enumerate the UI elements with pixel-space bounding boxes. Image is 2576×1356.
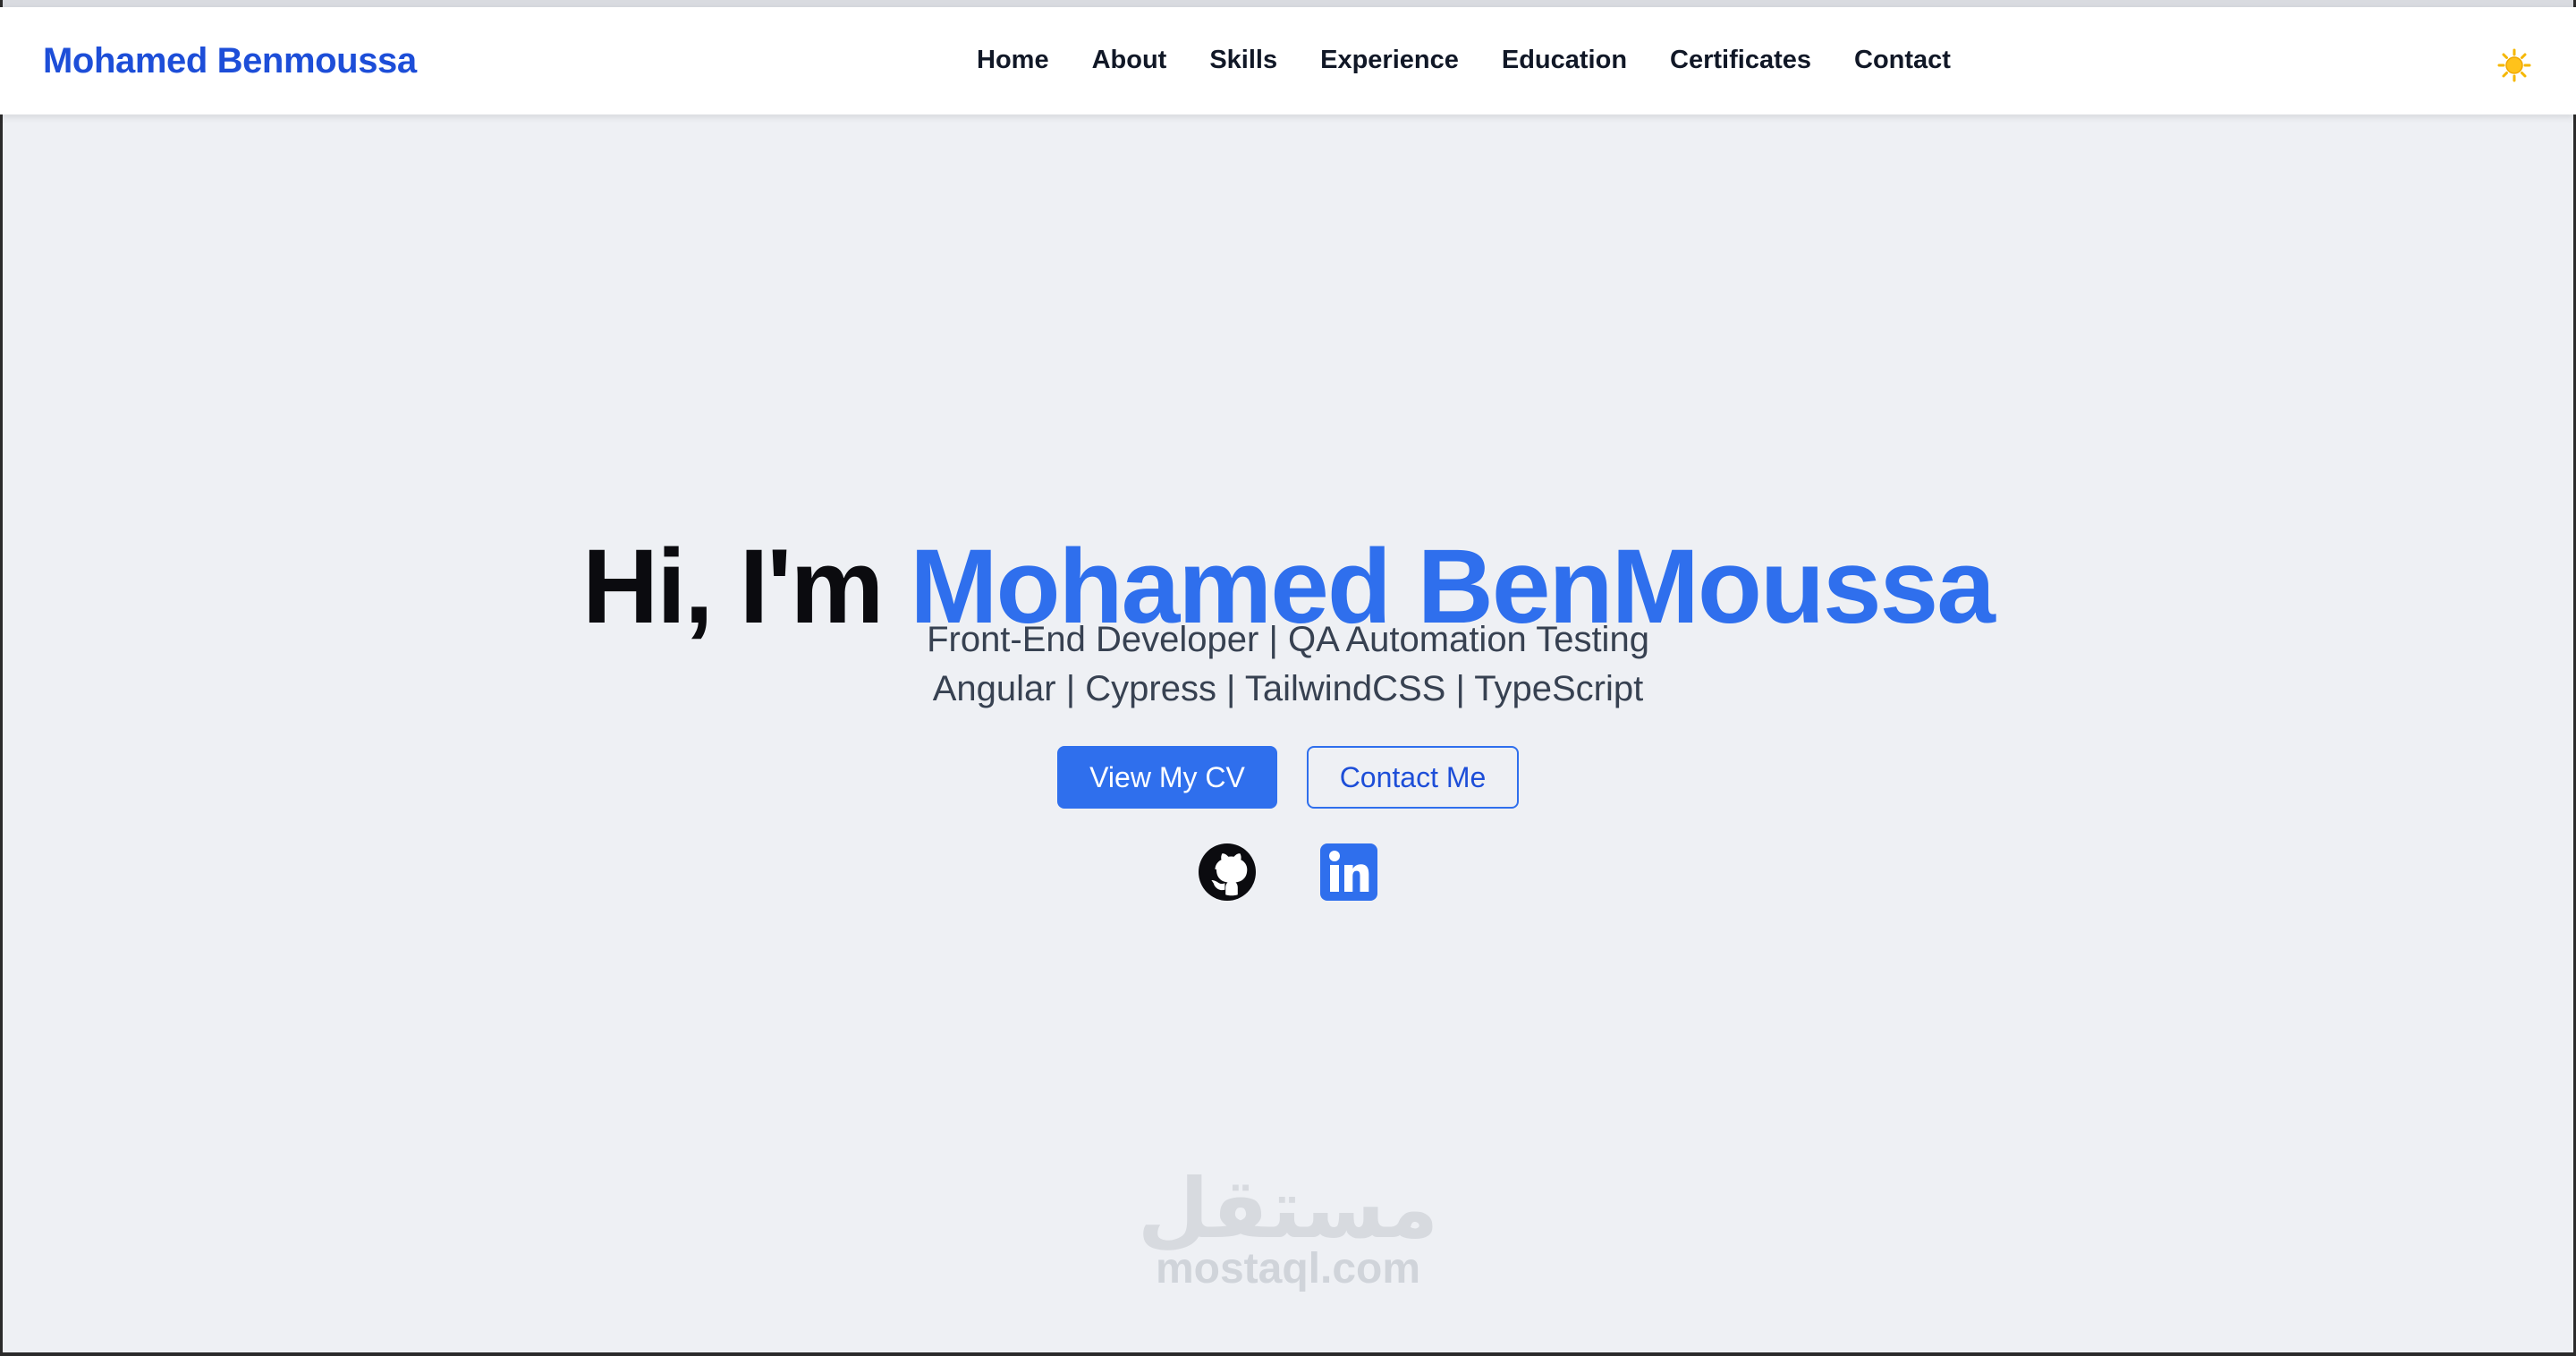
role-subtitle: Front-End Developer | QA Automation Test… bbox=[927, 620, 1649, 659]
main-navigation: Home About Skills Experience Education C… bbox=[977, 41, 1951, 79]
github-link[interactable] bbox=[1198, 843, 1257, 902]
sun-icon bbox=[2497, 48, 2531, 82]
view-cv-button[interactable]: View My CV bbox=[1057, 746, 1277, 809]
linkedin-link[interactable] bbox=[1319, 843, 1378, 902]
github-icon bbox=[1199, 843, 1256, 901]
nav-contact-link[interactable]: Contact bbox=[1854, 41, 1951, 79]
window-bottom-edge bbox=[0, 1352, 2576, 1356]
hero-section: Hi, I'm Mohamed BenMoussa Front-End Deve… bbox=[0, 114, 2576, 1352]
browser-top-edge bbox=[0, 0, 2576, 7]
social-links bbox=[0, 843, 2576, 902]
nav-education-link[interactable]: Education bbox=[1502, 41, 1627, 79]
nav-experience-link[interactable]: Experience bbox=[1320, 41, 1459, 79]
technology-subtitle: Angular | Cypress | TailwindCSS | TypeSc… bbox=[932, 669, 1644, 708]
nav-skills-link[interactable]: Skills bbox=[1209, 41, 1277, 79]
theme-toggle-button[interactable] bbox=[2493, 44, 2536, 87]
contact-me-button[interactable]: Contact Me bbox=[1307, 746, 1519, 809]
top-navigation: Mohamed Benmoussa Home About Skills Expe… bbox=[0, 7, 2576, 114]
hero-actions: View My CV Contact Me bbox=[0, 746, 2576, 809]
nav-about-link[interactable]: About bbox=[1092, 41, 1167, 79]
brand-logo-link[interactable]: Mohamed Benmoussa bbox=[43, 39, 417, 82]
nav-home-link[interactable]: Home bbox=[977, 41, 1049, 79]
nav-certificates-link[interactable]: Certificates bbox=[1670, 41, 1811, 79]
linkedin-icon bbox=[1320, 843, 1377, 901]
